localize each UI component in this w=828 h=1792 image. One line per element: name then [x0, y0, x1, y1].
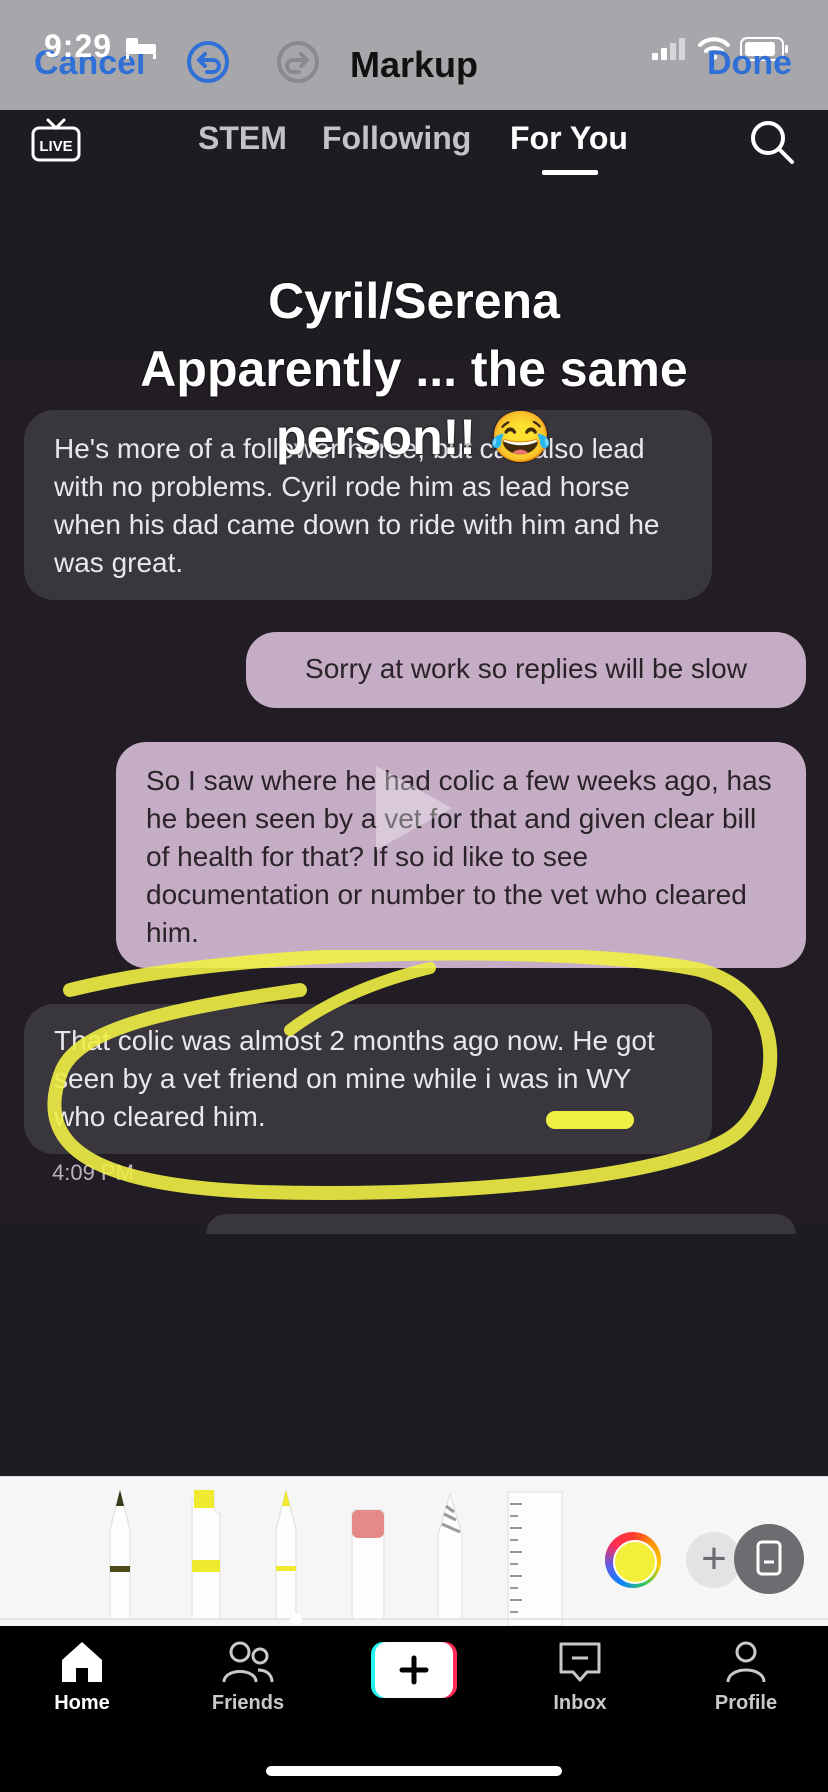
video-caption-line-2: Apparently ... the same — [140, 341, 688, 397]
nav-inbox[interactable]: Inbox — [520, 1640, 640, 1715]
nav-home-label: Home — [54, 1692, 110, 1714]
home-icon — [62, 1642, 102, 1682]
video-caption-line-1: Cyril/Serena — [268, 273, 560, 329]
search-icon[interactable] — [748, 118, 796, 166]
friends-icon — [222, 1641, 274, 1683]
message-bubble-sent: So I saw where he had colic a few weeks … — [116, 742, 806, 968]
home-indicator — [266, 1766, 562, 1776]
pencil-tool-icon[interactable] — [266, 1490, 306, 1620]
eraser-tool-icon[interactable] — [348, 1490, 388, 1620]
sleep-bed-icon — [126, 38, 156, 59]
pen-tool-icon[interactable] — [100, 1490, 140, 1620]
nav-profile[interactable]: Profile — [686, 1640, 806, 1715]
nav-home[interactable]: Home — [22, 1640, 142, 1715]
redo-icon[interactable] — [276, 40, 320, 84]
markup-title: Markup — [350, 44, 479, 85]
ruler-tool-icon[interactable] — [506, 1490, 564, 1626]
highlighter-annotation — [47, 950, 778, 1201]
nav-profile-label: Profile — [714, 1692, 778, 1714]
play-icon[interactable] — [370, 760, 458, 856]
active-tab-indicator — [542, 170, 598, 175]
tab-stem[interactable]: STEM — [198, 120, 287, 157]
video-caption-line-3: person!! 😂 — [275, 409, 553, 465]
status-time: 9:29 — [44, 28, 113, 64]
selected-color-swatch — [613, 1540, 657, 1584]
undo-icon[interactable] — [186, 40, 230, 84]
highlighter-tool-icon[interactable] — [186, 1490, 226, 1620]
lasso-tool-icon[interactable] — [430, 1490, 470, 1620]
nav-friends-label: Friends — [211, 1692, 285, 1714]
nav-friends[interactable]: Friends — [188, 1640, 308, 1715]
palette-divider — [0, 1618, 828, 1620]
message-bubble-sent: Sorry at work so replies will be slow — [246, 632, 806, 708]
live-label: LIVE — [39, 138, 72, 155]
profile-icon — [726, 1641, 766, 1683]
done-button[interactable]: Done — [707, 44, 792, 83]
tab-following[interactable]: Following — [322, 120, 471, 157]
floating-document-button[interactable] — [734, 1524, 804, 1594]
tab-for-you[interactable]: For You — [510, 120, 628, 157]
nav-inbox-label: Inbox — [553, 1692, 607, 1714]
document-icon — [756, 1540, 782, 1576]
signal-icon — [652, 38, 685, 60]
inbox-icon — [559, 1642, 601, 1682]
live-icon[interactable]: LIVE — [30, 118, 82, 164]
scroll-dot — [290, 1613, 302, 1625]
create-button[interactable] — [371, 1642, 457, 1698]
